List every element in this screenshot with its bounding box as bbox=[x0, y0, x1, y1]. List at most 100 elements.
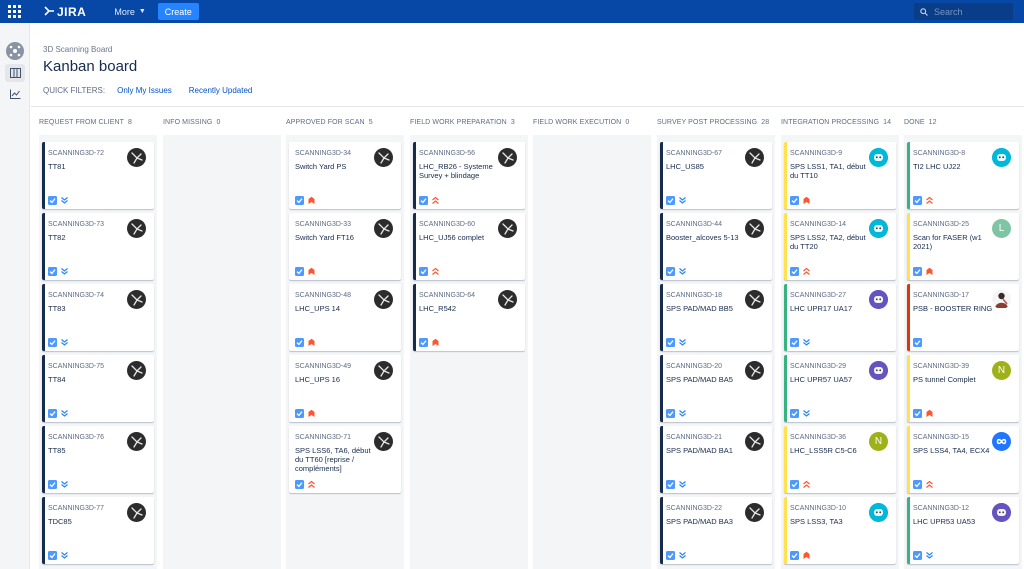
issue-key[interactable]: SCANNING3D-44 bbox=[666, 221, 722, 228]
issue-card[interactable]: SCANNING3D-73 TT82 bbox=[42, 213, 154, 280]
assignee-avatar[interactable] bbox=[992, 432, 1011, 451]
issue-card[interactable]: SCANNING3D-29 LHC UPR57 UA57 bbox=[784, 355, 896, 422]
search-box[interactable] bbox=[914, 3, 1013, 20]
issue-card[interactable]: SCANNING3D-25 Scan for FASER (w1 2021) L bbox=[907, 213, 1019, 280]
more-menu[interactable]: More ▼ bbox=[114, 7, 145, 17]
issue-key[interactable]: SCANNING3D-10 bbox=[790, 505, 846, 512]
assignee-avatar[interactable] bbox=[869, 503, 888, 522]
issue-key[interactable]: SCANNING3D-76 bbox=[48, 434, 104, 441]
board-nav-icon[interactable] bbox=[5, 64, 25, 82]
issue-key[interactable]: SCANNING3D-27 bbox=[790, 292, 846, 299]
assignee-avatar[interactable] bbox=[992, 290, 1011, 309]
issue-key[interactable]: SCANNING3D-67 bbox=[666, 150, 722, 157]
issue-key[interactable]: SCANNING3D-17 bbox=[913, 292, 969, 299]
issue-card[interactable]: SCANNING3D-14 SPS LSS2, TA2, début du TT2… bbox=[784, 213, 896, 280]
issue-key[interactable]: SCANNING3D-73 bbox=[48, 221, 104, 228]
issue-key[interactable]: SCANNING3D-18 bbox=[666, 292, 722, 299]
issue-key[interactable]: SCANNING3D-15 bbox=[913, 434, 969, 441]
issue-key[interactable]: SCANNING3D-64 bbox=[419, 292, 475, 299]
issue-key[interactable]: SCANNING3D-48 bbox=[295, 292, 351, 299]
issue-card[interactable]: SCANNING3D-72 TT81 bbox=[42, 142, 154, 209]
reports-chart-icon[interactable] bbox=[5, 85, 25, 103]
assignee-avatar[interactable] bbox=[745, 361, 764, 380]
create-button[interactable]: Create bbox=[157, 3, 199, 20]
project-avatar[interactable] bbox=[6, 42, 24, 60]
filter-only-my-issues[interactable]: Only My Issues bbox=[117, 86, 172, 95]
issue-card[interactable]: SCANNING3D-75 TT84 bbox=[42, 355, 154, 422]
issue-key[interactable]: SCANNING3D-74 bbox=[48, 292, 104, 299]
issue-card[interactable]: SCANNING3D-33 Switch Yard FT16 bbox=[289, 213, 401, 280]
issue-key[interactable]: SCANNING3D-29 bbox=[790, 363, 846, 370]
assignee-avatar[interactable] bbox=[127, 219, 146, 238]
assignee-avatar[interactable]: N bbox=[992, 361, 1011, 380]
issue-card[interactable]: SCANNING3D-77 TDC85 bbox=[42, 497, 154, 564]
assignee-avatar[interactable] bbox=[127, 290, 146, 309]
assignee-avatar[interactable] bbox=[374, 361, 393, 380]
issue-card[interactable]: SCANNING3D-20 SPS PAD/MAD BA5 bbox=[660, 355, 772, 422]
assignee-avatar[interactable] bbox=[127, 503, 146, 522]
assignee-avatar[interactable] bbox=[498, 290, 517, 309]
issue-key[interactable]: SCANNING3D-21 bbox=[666, 434, 722, 441]
assignee-avatar[interactable] bbox=[374, 148, 393, 167]
issue-key[interactable]: SCANNING3D-36 bbox=[790, 434, 846, 441]
issue-card[interactable]: SCANNING3D-74 TT83 bbox=[42, 284, 154, 351]
app-switcher-icon[interactable] bbox=[0, 0, 28, 23]
issue-key[interactable]: SCANNING3D-25 bbox=[913, 221, 969, 228]
issue-card[interactable]: SCANNING3D-15 SPS LSS4, TA4, ECX4 bbox=[907, 426, 1019, 493]
assignee-avatar[interactable] bbox=[869, 219, 888, 238]
issue-card[interactable]: SCANNING3D-22 SPS PAD/MAD BA3 bbox=[660, 497, 772, 564]
issue-card[interactable]: SCANNING3D-21 SPS PAD/MAD BA1 bbox=[660, 426, 772, 493]
issue-key[interactable]: SCANNING3D-56 bbox=[419, 150, 475, 157]
assignee-avatar[interactable] bbox=[869, 290, 888, 309]
issue-card[interactable]: SCANNING3D-64 LHC_R542 bbox=[413, 284, 525, 351]
issue-card[interactable]: SCANNING3D-36 LHC_LSS5R C5-C6 N bbox=[784, 426, 896, 493]
issue-card[interactable]: SCANNING3D-44 Booster_alcoves 5-13 bbox=[660, 213, 772, 280]
issue-key[interactable]: SCANNING3D-77 bbox=[48, 505, 104, 512]
issue-card[interactable]: SCANNING3D-56 LHC_RB26 - Systeme Survey +… bbox=[413, 142, 525, 209]
issue-card[interactable]: SCANNING3D-34 Switch Yard PS bbox=[289, 142, 401, 209]
assignee-avatar[interactable] bbox=[745, 432, 764, 451]
assignee-avatar[interactable] bbox=[127, 361, 146, 380]
issue-card[interactable]: SCANNING3D-60 LHC_UJ56 complet bbox=[413, 213, 525, 280]
issue-card[interactable]: SCANNING3D-67 LHC_US85 bbox=[660, 142, 772, 209]
issue-key[interactable]: SCANNING3D-9 bbox=[790, 150, 842, 157]
issue-key[interactable]: SCANNING3D-12 bbox=[913, 505, 969, 512]
assignee-avatar[interactable] bbox=[374, 219, 393, 238]
jira-logo[interactable]: JIRA bbox=[44, 5, 86, 19]
issue-card[interactable]: SCANNING3D-17 PSB - BOOSTER RING bbox=[907, 284, 1019, 351]
issue-card[interactable]: SCANNING3D-18 SPS PAD/MAD BB5 bbox=[660, 284, 772, 351]
issue-key[interactable]: SCANNING3D-20 bbox=[666, 363, 722, 370]
issue-key[interactable]: SCANNING3D-75 bbox=[48, 363, 104, 370]
assignee-avatar[interactable]: L bbox=[992, 219, 1011, 238]
issue-key[interactable]: SCANNING3D-71 bbox=[295, 434, 351, 441]
assignee-avatar[interactable] bbox=[498, 148, 517, 167]
assignee-avatar[interactable] bbox=[127, 432, 146, 451]
assignee-avatar[interactable] bbox=[498, 219, 517, 238]
issue-card[interactable]: SCANNING3D-10 SPS LSS3, TA3 bbox=[784, 497, 896, 564]
assignee-avatar[interactable]: N bbox=[869, 432, 888, 451]
assignee-avatar[interactable] bbox=[992, 503, 1011, 522]
issue-card[interactable]: SCANNING3D-49 LHC_UPS 16 bbox=[289, 355, 401, 422]
search-input[interactable] bbox=[934, 6, 1004, 17]
issue-key[interactable]: SCANNING3D-33 bbox=[295, 221, 351, 228]
assignee-avatar[interactable] bbox=[374, 290, 393, 309]
breadcrumb[interactable]: 3D Scanning Board bbox=[43, 45, 112, 54]
issue-key[interactable]: SCANNING3D-22 bbox=[666, 505, 722, 512]
issue-key[interactable]: SCANNING3D-14 bbox=[790, 221, 846, 228]
assignee-avatar[interactable] bbox=[374, 432, 393, 451]
assignee-avatar[interactable] bbox=[992, 148, 1011, 167]
assignee-avatar[interactable] bbox=[869, 148, 888, 167]
issue-card[interactable]: SCANNING3D-76 TT85 bbox=[42, 426, 154, 493]
issue-key[interactable]: SCANNING3D-34 bbox=[295, 150, 351, 157]
issue-card[interactable]: SCANNING3D-48 LHC_UPS 14 bbox=[289, 284, 401, 351]
issue-key[interactable]: SCANNING3D-39 bbox=[913, 363, 969, 370]
issue-key[interactable]: SCANNING3D-49 bbox=[295, 363, 351, 370]
issue-card[interactable]: SCANNING3D-27 LHC UPR17 UA17 bbox=[784, 284, 896, 351]
assignee-avatar[interactable] bbox=[745, 290, 764, 309]
issue-card[interactable]: SCANNING3D-39 PS tunnel Complet N bbox=[907, 355, 1019, 422]
issue-card[interactable]: SCANNING3D-12 LHC UPR53 UA53 bbox=[907, 497, 1019, 564]
issue-card[interactable]: SCANNING3D-71 SPS LSS6, TA6, début du TT6… bbox=[289, 426, 401, 493]
issue-key[interactable]: SCANNING3D-60 bbox=[419, 221, 475, 228]
assignee-avatar[interactable] bbox=[127, 148, 146, 167]
assignee-avatar[interactable] bbox=[745, 503, 764, 522]
